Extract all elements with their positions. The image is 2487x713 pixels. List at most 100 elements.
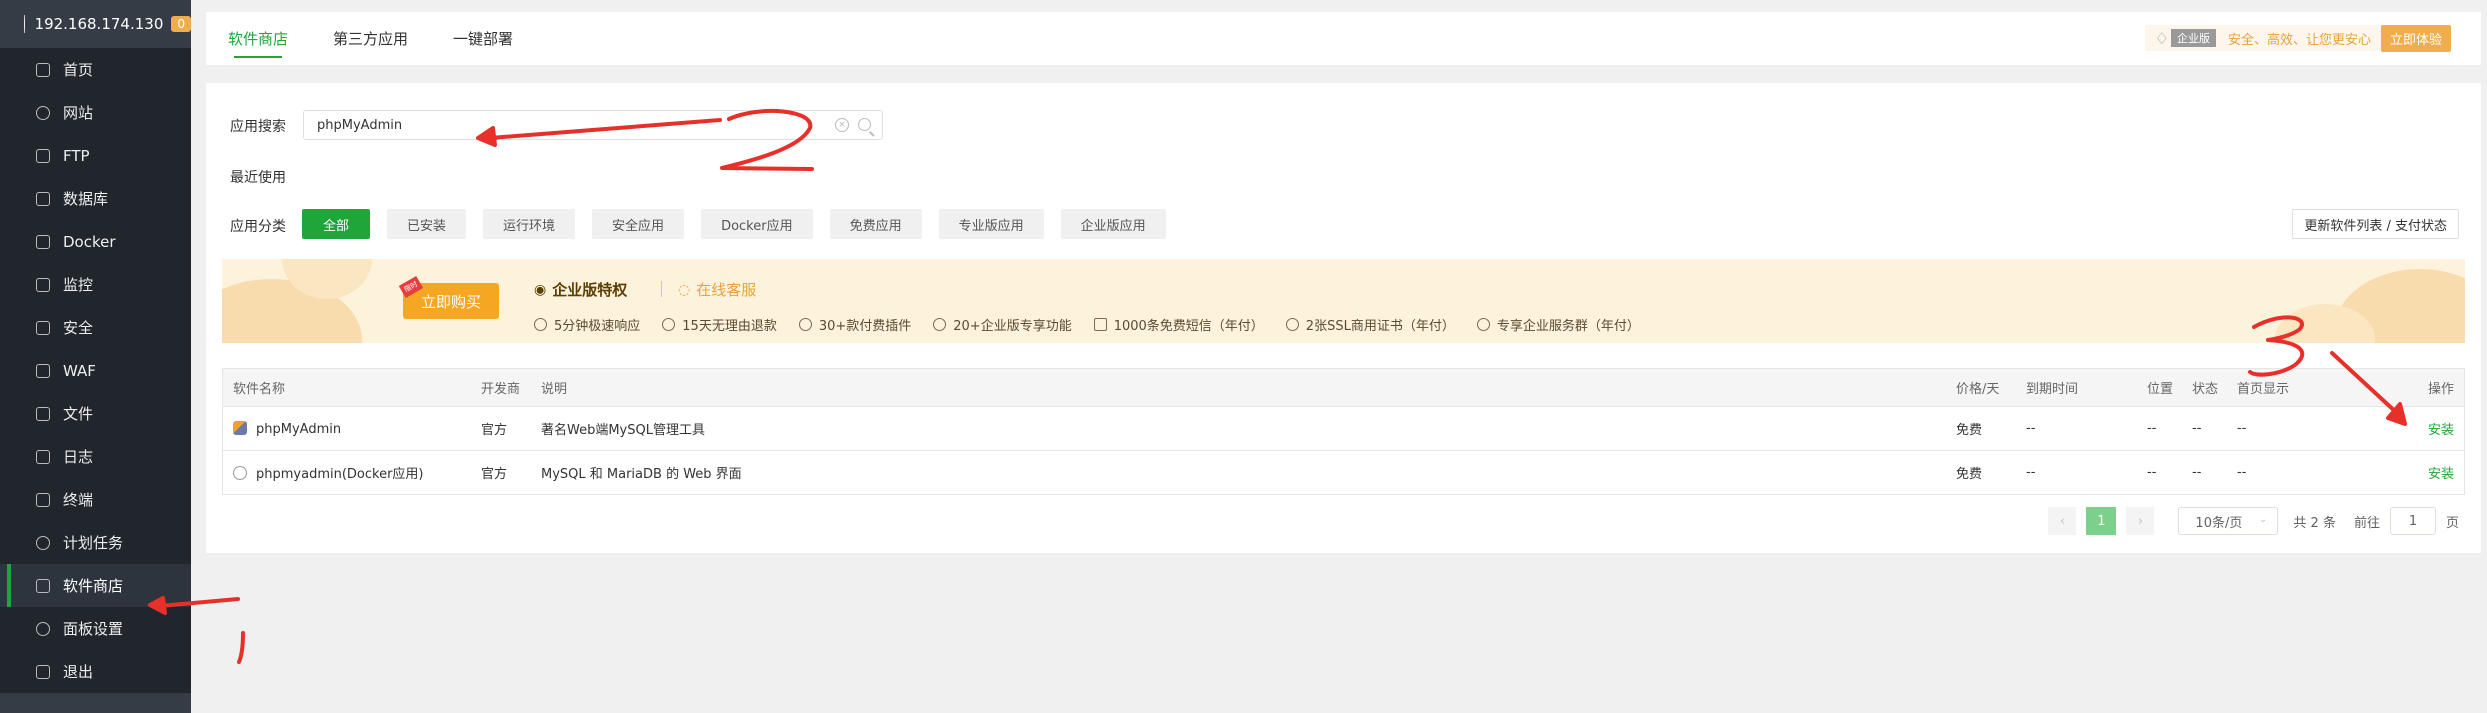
log-icon [36, 449, 50, 464]
category-docker[interactable]: Docker应用 [701, 209, 813, 239]
feature-item: 15天无理由退款 [662, 315, 777, 334]
docker-icon [36, 234, 50, 249]
category-runtime[interactable]: 运行环境 [483, 209, 576, 239]
buy-now-button[interactable]: 限时 立即购买 [398, 275, 499, 319]
recent-label: 最近使用 [230, 170, 286, 186]
sidebar-item-label: 退出 [63, 663, 94, 681]
chevron-down-icon: ⌄ [2259, 514, 2268, 525]
install-button[interactable]: 安装 [2428, 463, 2454, 482]
ssl-icon [1285, 318, 1299, 331]
sidebar-item-ftp[interactable]: FTP [0, 134, 191, 177]
sidebar-item-label: 监控 [63, 276, 94, 294]
table-header: 软件名称 开发商 说明 价格/天 到期时间 位置 状态 首页显示 操作 [223, 369, 2464, 406]
home-display-cell: -- [2237, 421, 2247, 436]
next-page-icon[interactable]: › [2126, 507, 2155, 535]
globe-icon [36, 105, 50, 120]
tab-one-click-deploy[interactable]: 一键部署 [453, 12, 513, 65]
app-name: phpMyAdmin [256, 421, 342, 437]
monitor-icon [36, 277, 50, 292]
sidebar-item-label: WAF [63, 361, 96, 380]
search-value: phpMyAdmin [317, 117, 403, 133]
category-enterprise[interactable]: 企业版应用 [1060, 209, 1166, 239]
app-name-cell: phpmyadmin(Docker应用) [233, 463, 424, 482]
try-now-button[interactable]: 立即体验 [2380, 24, 2451, 52]
clear-icon[interactable]: × [835, 118, 849, 132]
sidebar-item-home[interactable]: 首页 [0, 48, 191, 91]
status-cell: -- [2192, 465, 2202, 480]
feature-item: 2张SSL商用证书（年付） [1285, 315, 1455, 334]
tab-third-party[interactable]: 第三方应用 [333, 12, 408, 65]
app-name: phpmyadmin(Docker应用) [256, 467, 424, 482]
ribbon-badge: 限时 [398, 275, 424, 299]
pagination: ‹ 1 › 10条/页 ⌄ 共 2 条 前往 1 页 [2048, 507, 2459, 535]
sidebar-nav: 首页 网站 FTP 数据库 Docker 监控 安全 WAF 文件 日志 终端 … [0, 48, 191, 693]
sidebar-item-monitor[interactable]: 监控 [0, 263, 191, 306]
category-installed[interactable]: 已安装 [387, 209, 467, 239]
chat-icon: ◌ [678, 281, 691, 298]
grid-icon [36, 578, 50, 593]
sidebar-item-website[interactable]: 网站 [0, 91, 191, 134]
sidebar-item-logs[interactable]: 日志 [0, 435, 191, 478]
sidebar-item-label: 软件商店 [63, 577, 124, 595]
sidebar-item-waf[interactable]: WAF [0, 349, 191, 392]
feature-text: 专享企业服务群（年付） [1496, 319, 1640, 334]
search-icon[interactable] [858, 118, 871, 131]
prev-page-icon[interactable]: ‹ [2048, 507, 2077, 535]
service-text: 在线客服 [696, 281, 757, 299]
page-size-select[interactable]: 10条/页 ⌄ [2178, 507, 2279, 535]
category-security[interactable]: 安全应用 [592, 209, 685, 239]
goto-label: 前往 [2353, 515, 2380, 531]
sidebar-item-files[interactable]: 文件 [0, 392, 191, 435]
sidebar: 192.168.174.130 0 首页 网站 FTP 数据库 Docker 监… [0, 0, 191, 713]
gear-icon [36, 621, 50, 636]
col-action: 操作 [2427, 382, 2454, 397]
refresh-list-button[interactable]: 更新软件列表 / 支付状态 [2292, 209, 2459, 239]
sidebar-item-label: FTP [63, 146, 90, 165]
install-button[interactable]: 安装 [2428, 419, 2454, 438]
app-search-input[interactable]: phpMyAdmin × [303, 110, 883, 140]
category-all[interactable]: 全部 [302, 209, 371, 239]
sidebar-item-settings[interactable]: 面板设置 [0, 607, 191, 650]
col-description: 说明 [541, 382, 568, 397]
shield-icon [36, 320, 50, 335]
col-home-display: 首页显示 [2237, 382, 2290, 397]
page-suffix: 页 [2445, 515, 2459, 531]
notification-badge[interactable]: 0 [171, 16, 191, 32]
feature-item: 30+款付费插件 [798, 315, 911, 334]
app-name-cell: phpMyAdmin [233, 420, 342, 437]
buy-now-label: 立即购买 [420, 292, 481, 311]
home-icon [36, 62, 50, 77]
goto-page-input[interactable]: 1 [2389, 507, 2436, 535]
sidebar-item-logout[interactable]: 退出 [0, 650, 191, 693]
table-row: phpmyadmin(Docker应用) 官方 MySQL 和 MariaDB … [223, 450, 2464, 494]
timer-icon [534, 318, 547, 331]
tab-software-store[interactable]: 软件商店 [228, 12, 288, 65]
status-cell: -- [2192, 421, 2202, 436]
eye-icon: ◉ [534, 281, 547, 298]
sidebar-item-database[interactable]: 数据库 [0, 177, 191, 220]
location-cell: -- [2147, 421, 2157, 436]
ftp-icon [36, 148, 50, 163]
category-free[interactable]: 免费应用 [829, 209, 922, 239]
sidebar-item-terminal[interactable]: 终端 [0, 478, 191, 521]
diamond-icon: ♢ [2154, 28, 2169, 48]
top-tab-bar: 软件商店 第三方应用 一键部署 ♢ 企业版 安全、高效、让您更安心 立即体验 [206, 12, 2481, 65]
expire-cell: -- [2026, 465, 2036, 480]
sidebar-item-label: 数据库 [63, 190, 109, 208]
description-cell: MySQL 和 MariaDB 的 Web 界面 [541, 467, 742, 482]
sidebar-item-store[interactable]: 软件商店 [0, 564, 191, 607]
category-pro[interactable]: 专业版应用 [938, 209, 1044, 239]
sidebar-item-docker[interactable]: Docker [0, 220, 191, 263]
sidebar-item-cron[interactable]: 计划任务 [0, 521, 191, 564]
search-label: 应用搜索 [230, 119, 286, 135]
docker-app-icon [233, 466, 247, 480]
home-display-cell: -- [2237, 465, 2247, 480]
enterprise-promo: ♢ 企业版 安全、高效、让您更安心 立即体验 [2144, 24, 2451, 52]
heart-icon [1476, 318, 1490, 331]
feature-item: 5分钟极速响应 [534, 315, 640, 334]
promo-slogan: 安全、高效、让您更安心 [2227, 32, 2371, 48]
sidebar-item-security[interactable]: 安全 [0, 306, 191, 349]
page-number-current[interactable]: 1 [2086, 507, 2117, 535]
software-table: 软件名称 开发商 说明 价格/天 到期时间 位置 状态 首页显示 操作 phpM… [222, 368, 2465, 495]
online-service-link[interactable]: ◌ 在线客服 [678, 279, 756, 300]
